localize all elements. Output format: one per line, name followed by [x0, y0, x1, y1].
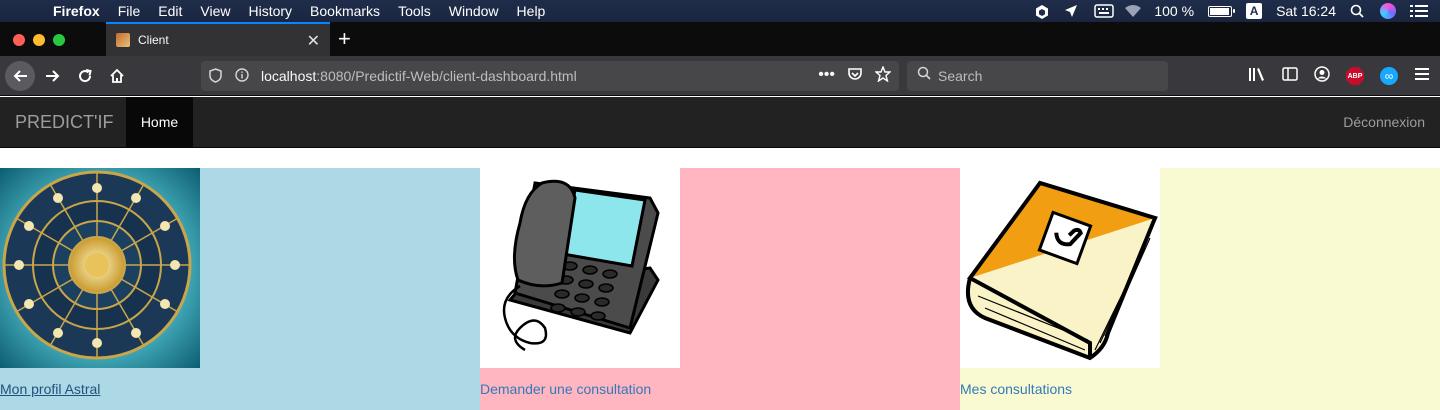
library-icon[interactable] [1248, 66, 1266, 86]
card-astral-profile: Mon profil Astral [0, 168, 480, 410]
site-info-icon[interactable] [235, 68, 249, 85]
input-source-badge[interactable]: A [1246, 3, 1263, 19]
book-image[interactable] [960, 168, 1160, 368]
astral-profile-link[interactable]: Mon profil Astral [0, 381, 100, 397]
battery-icon[interactable] [1208, 5, 1236, 17]
menu-file[interactable]: File [109, 0, 150, 22]
back-button[interactable] [5, 61, 35, 91]
menubar-clock[interactable]: Sat 16:24 [1276, 3, 1336, 19]
nav-home-link[interactable]: Home [126, 97, 193, 147]
wifi-icon[interactable] [1124, 4, 1142, 18]
tab-title: Client [138, 33, 169, 47]
dashboard-cards: Mon profil Astral Demander une consultat… [0, 168, 1440, 410]
hamburger-menu-icon[interactable] [1414, 67, 1430, 85]
window-minimize-button[interactable] [33, 34, 45, 46]
url-bar[interactable]: localhost:8080/Predictif-Web/client-dash… [201, 61, 899, 91]
logout-link[interactable]: Déconnexion [1343, 114, 1425, 130]
zodiac-wheel-image[interactable] [0, 168, 200, 368]
search-bar[interactable]: Search [907, 61, 1168, 91]
tab-favicon-icon [116, 33, 130, 47]
notification-center-icon[interactable] [1410, 4, 1428, 18]
pocket-icon[interactable] [847, 66, 863, 87]
site-navbar: PREDICT'IF Home Déconnexion [0, 97, 1440, 148]
window-zoom-button[interactable] [53, 34, 65, 46]
window-close-button[interactable] [13, 34, 25, 46]
card-request-consultation: Demander une consultation [480, 168, 960, 410]
my-consultations-link[interactable]: Mes consultations [960, 381, 1072, 397]
extension-cube-icon[interactable] [1034, 4, 1050, 19]
browser-toolbar: localhost:8080/Predictif-Web/client-dash… [0, 56, 1440, 96]
siri-icon[interactable] [1380, 3, 1396, 19]
search-placeholder: Search [938, 68, 983, 84]
keyboard-icon[interactable] [1094, 4, 1115, 18]
account-icon[interactable] [1314, 66, 1330, 86]
bookmark-star-icon[interactable] [874, 65, 892, 87]
sidebar-toggle-icon[interactable] [1282, 67, 1298, 85]
search-icon [917, 66, 931, 84]
new-tab-icon[interactable]: + [338, 26, 351, 52]
menu-app-firefox[interactable]: Firefox [44, 0, 109, 22]
reload-button[interactable] [70, 61, 100, 91]
url-host: localhost [261, 68, 317, 84]
spotlight-search-icon[interactable] [1350, 4, 1366, 18]
adblock-plus-icon[interactable]: ABP [1346, 67, 1364, 85]
tab-client[interactable]: Client ✕ [106, 22, 330, 56]
site-brand[interactable]: PREDICT'IF [15, 112, 113, 133]
macos-menu-bar: Firefox File Edit View History Bookmarks… [0, 0, 1440, 22]
infinity-extension-icon[interactable]: ∞ [1380, 67, 1398, 85]
card-my-consultations: Mes consultations [960, 168, 1440, 410]
request-consultation-link[interactable]: Demander une consultation [480, 381, 651, 397]
url-path: :8080/Predictif-Web/client-dashboard.htm… [316, 68, 577, 84]
page-actions-icon[interactable]: ••• [818, 66, 835, 87]
tab-close-icon[interactable]: ✕ [307, 31, 320, 51]
menu-bookmarks[interactable]: Bookmarks [301, 0, 389, 22]
browser-tab-bar: Client ✕ + [0, 22, 1440, 56]
menu-help[interactable]: Help [508, 0, 555, 22]
home-button[interactable] [102, 61, 132, 91]
tracking-protection-shield-icon[interactable] [209, 68, 222, 86]
menu-history[interactable]: History [239, 0, 301, 22]
forward-button[interactable] [38, 61, 68, 91]
menu-tools[interactable]: Tools [389, 0, 440, 22]
battery-level-fill [1210, 7, 1230, 15]
telephone-image[interactable] [480, 168, 680, 368]
menu-edit[interactable]: Edit [149, 0, 191, 22]
menu-view[interactable]: View [191, 0, 239, 22]
battery-percent: 100 % [1154, 3, 1195, 19]
url-text: localhost:8080/Predictif-Web/client-dash… [261, 68, 577, 84]
menu-window[interactable]: Window [440, 0, 508, 22]
location-arrow-icon[interactable] [1064, 4, 1080, 18]
